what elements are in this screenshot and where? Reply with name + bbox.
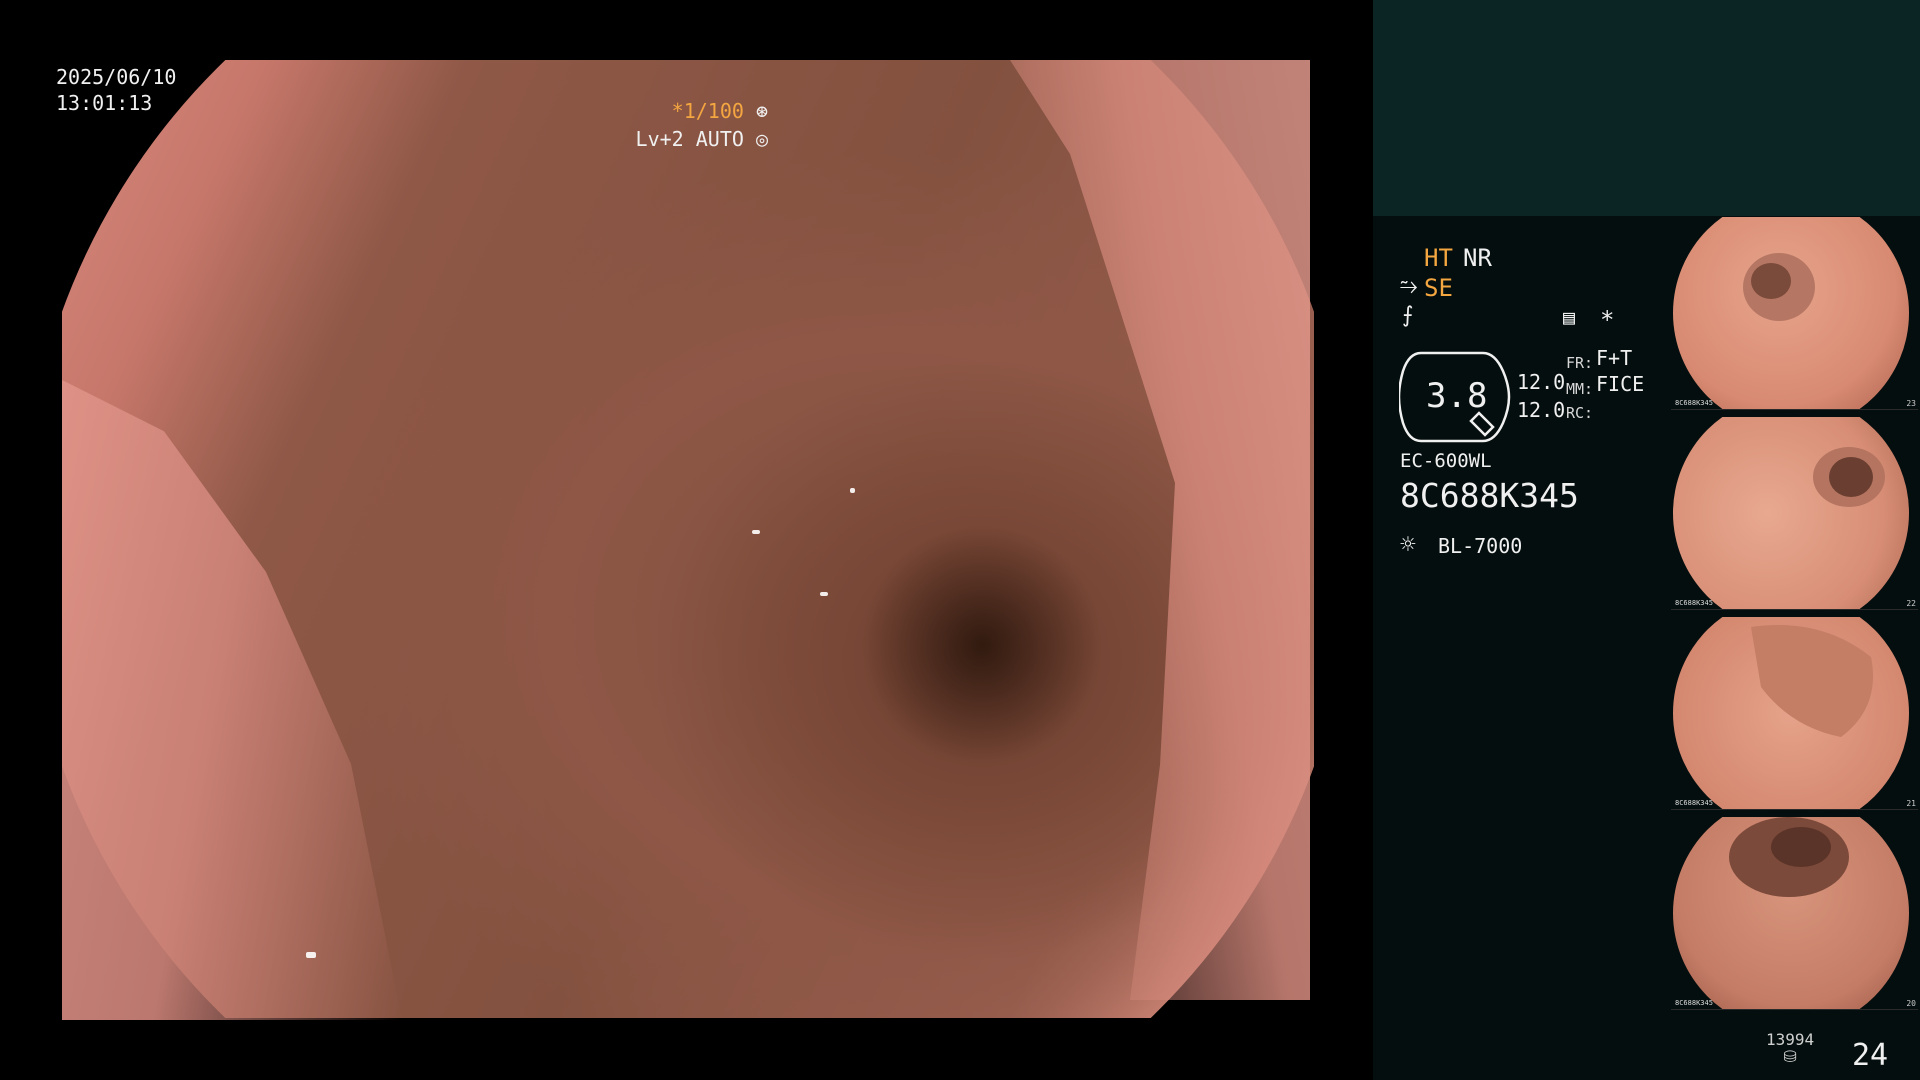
date-text: 2025/06/10 xyxy=(56,65,177,89)
thumbnail-image xyxy=(1671,417,1918,609)
shutter-indicator: *1/100 ⊛ xyxy=(672,99,768,123)
image-page-number: 24 xyxy=(1852,1038,1889,1073)
thumbnail-id: 8C688K345 xyxy=(1675,999,1713,1007)
value-top: 12.0 xyxy=(1517,370,1566,394)
light-reflection xyxy=(850,488,855,493)
fr-label: FR: xyxy=(1566,354,1594,372)
light-reflection xyxy=(820,592,828,596)
mm-value: FICE xyxy=(1596,372,1645,396)
shutter-text: *1/100 xyxy=(671,99,744,123)
aperture-icon: ⊛ xyxy=(755,99,768,123)
datetime-display: 2025/06/10 13:01:13 xyxy=(56,64,176,116)
light-reflection xyxy=(306,952,316,958)
storage-counter: 13994 ⛁ xyxy=(1766,1030,1814,1065)
asterisk-icon: * xyxy=(1600,306,1615,334)
nr-indicator: NR xyxy=(1463,244,1492,272)
scope-serial: 8C688K345 xyxy=(1400,476,1579,515)
iris-icon: ◎ xyxy=(755,127,768,151)
fr-value: F+T xyxy=(1596,346,1633,370)
storage-disk-icon: ⛁ xyxy=(1783,1047,1797,1066)
level-text: Lv+2 AUTO xyxy=(635,127,744,151)
se-indicator: SE xyxy=(1424,274,1453,302)
thumbnail-image xyxy=(1671,817,1918,1009)
thumbnail-number: 22 xyxy=(1906,599,1916,608)
mm-label: MM: xyxy=(1566,380,1594,398)
thumbnail-number: 21 xyxy=(1906,799,1916,808)
ht-indicator: HT xyxy=(1424,244,1453,272)
light-reflection xyxy=(752,530,760,534)
time-text: 13:01:13 xyxy=(56,91,153,115)
thumbnail-id: 8C688K345 xyxy=(1675,399,1713,407)
color-mode-icon: ⨍ xyxy=(1402,303,1414,328)
value-bottom: 12.0 xyxy=(1517,398,1566,422)
thumbnail-number: 23 xyxy=(1906,399,1916,408)
thumbnail-number: 20 xyxy=(1906,999,1916,1008)
captured-thumbnail[interactable]: 8C688K345 22 xyxy=(1671,417,1918,610)
rc-label: RC: xyxy=(1566,404,1594,422)
zoom-value: 3.8 xyxy=(1426,376,1488,416)
captured-thumbnail[interactable]: 8C688K345 23 xyxy=(1671,217,1918,410)
scope-model: EC-600WL xyxy=(1400,450,1492,472)
panel-header-area xyxy=(1373,0,1920,216)
structure-enhance-icon: ⥲ xyxy=(1400,274,1418,299)
thumbnail-image xyxy=(1671,217,1918,409)
captured-thumbnail[interactable]: 8C688K345 21 xyxy=(1671,617,1918,810)
thumbnail-image xyxy=(1671,617,1918,809)
light-source-icon: ☼ xyxy=(1400,530,1416,560)
main-endoscope-view: 2025/06/10 13:01:13 *1/100 ⊛ Lv+2 AUTO ◎ xyxy=(0,0,1372,1080)
record-settings-icon: ▤ xyxy=(1563,305,1576,329)
captured-thumbnail[interactable]: 8C688K345 20 xyxy=(1671,817,1918,1010)
brightness-level-indicator: Lv+2 AUTO ◎ xyxy=(636,127,768,151)
thumbnail-id: 8C688K345 xyxy=(1675,599,1713,607)
light-source-model: BL-7000 xyxy=(1438,534,1523,558)
thumbnail-id: 8C688K345 xyxy=(1675,799,1713,807)
